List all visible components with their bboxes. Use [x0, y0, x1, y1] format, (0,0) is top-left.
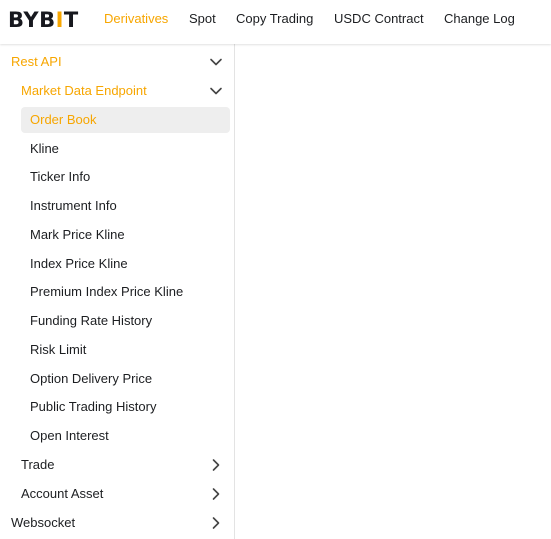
nav-change-log[interactable]: Change Log: [444, 11, 515, 26]
sidebar-item-label: Websocket: [11, 515, 76, 530]
sidebar-item-premium-index-price-kline[interactable]: Premium Index Price Kline: [21, 279, 230, 305]
sidebar-item-label: Market Data Endpoint: [21, 83, 147, 98]
sidebar-item-funding-rate-history[interactable]: Funding Rate History: [21, 308, 230, 334]
top-navbar: BYBIT Derivatives Spot Copy Trading USDC…: [0, 0, 551, 44]
sidebar-item-order-book[interactable]: Order Book: [21, 107, 230, 133]
sidebar-item-label: Rest API: [11, 54, 62, 69]
sidebar-item-label: Account Asset: [21, 486, 104, 501]
chevron-right-icon[interactable]: [209, 487, 223, 501]
sidebar-item-mark-price-kline[interactable]: Mark Price Kline: [21, 222, 230, 248]
main-content: [235, 44, 551, 539]
chevron-down-icon[interactable]: [209, 55, 223, 69]
sidebar-item-risk-limit[interactable]: Risk Limit: [21, 337, 230, 363]
sidebar-item-public-trading-history[interactable]: Public Trading History: [21, 394, 230, 420]
sidebar-item-instrument-info[interactable]: Instrument Info: [21, 193, 230, 219]
docs-sidebar: Rest API Market Data Endpoint Order Book…: [0, 44, 235, 539]
sidebar-item-label: Trade: [21, 457, 55, 472]
bybit-logo[interactable]: BYBIT: [8, 8, 79, 32]
sidebar-item-open-interest[interactable]: Open Interest: [21, 423, 230, 449]
sidebar-item-account-asset[interactable]: Account Asset: [21, 481, 223, 507]
nav-derivatives[interactable]: Derivatives: [104, 11, 168, 26]
sidebar-item-ticker-info[interactable]: Ticker Info: [21, 164, 230, 190]
chevron-right-icon[interactable]: [209, 516, 223, 530]
sidebar-item-websocket[interactable]: Websocket: [11, 510, 223, 536]
sidebar-item-kline[interactable]: Kline: [21, 136, 230, 162]
chevron-right-icon[interactable]: [209, 458, 223, 472]
nav-copy-trading[interactable]: Copy Trading: [236, 11, 313, 26]
sidebar-item-trade[interactable]: Trade: [21, 452, 223, 478]
sidebar-item-index-price-kline[interactable]: Index Price Kline: [21, 251, 230, 277]
chevron-down-icon[interactable]: [209, 84, 223, 98]
nav-usdc-contract[interactable]: USDC Contract: [334, 11, 424, 26]
sidebar-item-rest-api[interactable]: Rest API: [11, 49, 223, 75]
nav-spot[interactable]: Spot: [189, 11, 216, 26]
sidebar-item-option-delivery-price[interactable]: Option Delivery Price: [21, 366, 230, 392]
sidebar-item-market-data[interactable]: Market Data Endpoint: [21, 78, 223, 104]
